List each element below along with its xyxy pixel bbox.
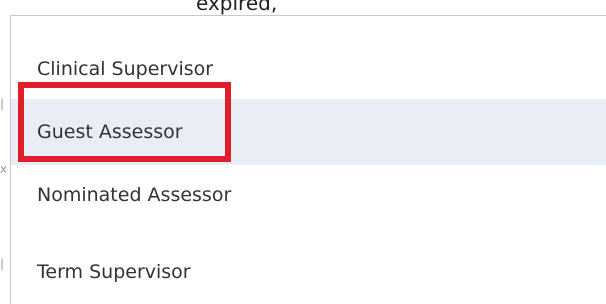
option-term-supervisor[interactable]: Term Supervisor bbox=[11, 239, 606, 304]
background-text: expired, bbox=[196, 0, 278, 15]
option-clinical-supervisor[interactable]: Clinical Supervisor bbox=[11, 36, 606, 102]
option-guest-assessor[interactable]: Guest Assessor bbox=[11, 99, 606, 165]
option-label: Nominated Assessor bbox=[37, 184, 232, 206]
option-label: Term Supervisor bbox=[37, 261, 191, 283]
left-edge-artifact: x bbox=[0, 163, 6, 175]
option-nominated-assessor[interactable]: Nominated Assessor bbox=[11, 162, 606, 228]
option-label: Clinical Supervisor bbox=[37, 58, 214, 80]
left-edge-artifact: | bbox=[0, 258, 5, 270]
option-label: Guest Assessor bbox=[37, 121, 183, 143]
left-edge-artifact: | bbox=[0, 98, 5, 110]
role-dropdown-list: Clinical Supervisor Guest Assessor Nomin… bbox=[10, 15, 606, 304]
page: expired, | x | Clinical Supervisor Guest… bbox=[0, 0, 606, 304]
